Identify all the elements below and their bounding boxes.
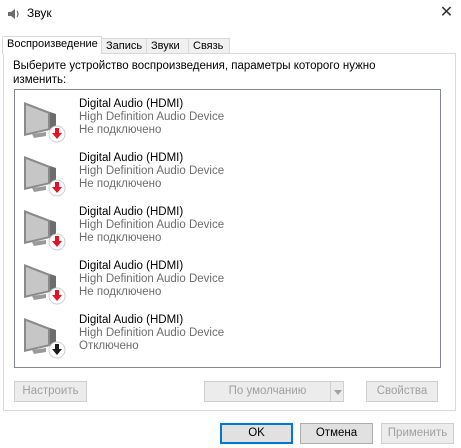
device-item[interactable]: Digital Audio (HDMI) High Definition Aud… xyxy=(15,253,440,306)
tab-communications[interactable]: Связь xyxy=(188,38,230,53)
tab-strip: Воспроизведение Запись Звуки Связь xyxy=(0,36,461,54)
device-status: Не подключено xyxy=(79,286,162,298)
configure-button[interactable]: Настроить xyxy=(14,381,87,402)
monitor-speaker-icon xyxy=(24,156,66,197)
device-description: High Definition Audio Device xyxy=(79,327,225,339)
device-item[interactable]: Digital Audio (HDMI) High Definition Aud… xyxy=(15,199,440,252)
monitor-speaker-icon xyxy=(24,318,66,359)
speaker-icon xyxy=(8,9,19,19)
device-status: Отключено xyxy=(79,340,139,352)
device-status: Не подключено xyxy=(79,232,162,244)
set-default-button[interactable]: По умолчанию xyxy=(204,381,331,402)
device-name: Digital Audio (HDMI) xyxy=(79,98,184,110)
device-description: High Definition Audio Device xyxy=(79,219,225,231)
device-description: High Definition Audio Device xyxy=(79,273,225,285)
monitor-speaker-icon xyxy=(24,210,66,251)
device-name: Digital Audio (HDMI) xyxy=(79,314,184,326)
close-button[interactable]: ✕ xyxy=(432,0,461,28)
set-default-dropdown[interactable] xyxy=(330,381,344,402)
tab-sounds[interactable]: Звуки xyxy=(146,38,189,53)
device-item[interactable]: Digital Audio (HDMI) High Definition Aud… xyxy=(15,145,440,198)
apply-button[interactable]: Применить xyxy=(381,423,454,444)
window-title: Звук xyxy=(27,6,52,20)
title-bar: Звук ✕ xyxy=(0,0,461,28)
device-item[interactable]: Digital Audio (HDMI) High Definition Aud… xyxy=(15,91,440,144)
tab-recording[interactable]: Запись xyxy=(101,38,147,53)
device-item[interactable]: Digital Audio (HDMI) High Definition Aud… xyxy=(15,307,440,360)
monitor-speaker-icon xyxy=(24,264,66,305)
device-description: High Definition Audio Device xyxy=(79,165,225,177)
tab-playback[interactable]: Воспроизведение xyxy=(2,36,102,54)
device-name: Digital Audio (HDMI) xyxy=(79,260,184,272)
cancel-button[interactable]: Отмена xyxy=(300,423,373,444)
device-list[interactable]: Digital Audio (HDMI) High Definition Aud… xyxy=(14,89,441,368)
device-name: Digital Audio (HDMI) xyxy=(79,152,184,164)
monitor-speaker-icon xyxy=(24,102,66,143)
chevron-down-icon xyxy=(334,390,342,395)
properties-button[interactable]: Свойства xyxy=(366,381,438,402)
ok-button[interactable]: OK xyxy=(220,423,293,444)
device-status: Не подключено xyxy=(79,124,162,136)
device-name: Digital Audio (HDMI) xyxy=(79,206,184,218)
prompt-text: Выберите устройство воспроизведения, пар… xyxy=(13,60,376,86)
device-description: High Definition Audio Device xyxy=(79,111,225,123)
device-status: Не подключено xyxy=(79,178,162,190)
